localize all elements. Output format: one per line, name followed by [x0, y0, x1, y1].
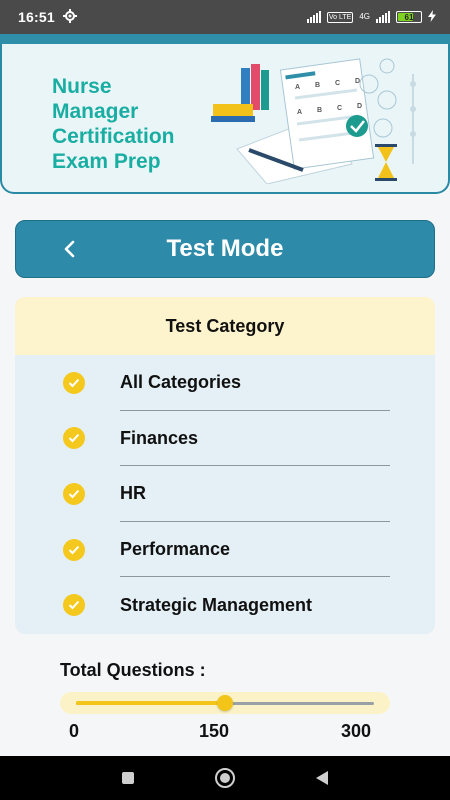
- total-questions-label: Total Questions :: [60, 660, 206, 680]
- wifi-signal-icon: [306, 11, 321, 23]
- slider-max-label: 300: [341, 721, 372, 741]
- category-item-performance[interactable]: Performance: [15, 522, 435, 578]
- category-list: All Categories Finances HR Performance S…: [15, 355, 435, 633]
- settings-icon: [62, 8, 77, 26]
- category-label: Performance: [120, 539, 231, 560]
- test-mode-header: Test Mode: [15, 220, 435, 278]
- category-item-finances[interactable]: Finances: [15, 411, 435, 467]
- category-label: Strategic Management: [120, 594, 313, 615]
- battery-level: 61: [404, 12, 414, 22]
- app-banner: Nurse Manager Certification Exam Prep A …: [0, 44, 450, 194]
- category-label: All Categories: [120, 372, 242, 393]
- recents-button[interactable]: [108, 758, 148, 798]
- home-button[interactable]: [205, 758, 245, 798]
- category-label: HR: [120, 483, 146, 504]
- check-icon[interactable]: [63, 371, 85, 394]
- category-heading: Test Category: [15, 297, 435, 355]
- battery-icon: 61: [396, 11, 422, 23]
- exam-illustration: A B C D A B C D: [211, 58, 416, 184]
- network-type: 4G: [359, 12, 370, 21]
- check-icon[interactable]: [63, 427, 85, 450]
- cell-signal-icon: [376, 11, 390, 23]
- category-item-strategic-management[interactable]: Strategic Management: [15, 577, 435, 633]
- svg-text:C: C: [337, 105, 342, 112]
- svg-text:C: C: [335, 80, 340, 87]
- chevron-left-icon: [64, 240, 75, 258]
- category-item-hr[interactable]: HR: [15, 466, 435, 522]
- svg-text:D: D: [357, 103, 362, 110]
- svg-text:B: B: [317, 107, 322, 114]
- back-nav-button[interactable]: [302, 758, 342, 798]
- svg-text:A: A: [297, 109, 302, 116]
- svg-text:A: A: [295, 84, 300, 91]
- volte-badge: Vo LTE: [326, 11, 354, 23]
- back-triangle-icon: [315, 771, 328, 785]
- clock: 16:51: [18, 9, 55, 25]
- home-icon: [214, 768, 235, 788]
- slider-thumb[interactable]: [217, 695, 233, 711]
- check-icon[interactable]: [63, 594, 85, 617]
- slider-min-label: 0: [69, 721, 80, 741]
- app-title: Nurse Manager Certification Exam Prep: [52, 75, 175, 173]
- charging-icon: [428, 9, 436, 25]
- check-icon[interactable]: [63, 538, 85, 561]
- svg-text:D: D: [355, 78, 360, 85]
- status-bar: 16:51 Vo LTE 4G 61: [0, 0, 450, 34]
- slider-mid-label: 150: [199, 721, 230, 741]
- check-icon[interactable]: [63, 482, 85, 505]
- total-questions-slider[interactable]: [60, 692, 390, 714]
- slider-active-track: [76, 701, 225, 705]
- recents-icon: [122, 772, 135, 784]
- svg-text:B: B: [315, 82, 320, 89]
- category-item-all[interactable]: All Categories: [15, 355, 435, 411]
- category-label: Finances: [120, 427, 199, 448]
- back-button[interactable]: [44, 221, 94, 277]
- category-card: Test Category All Categories Finances HR…: [15, 297, 435, 634]
- system-nav-bar: [0, 756, 450, 800]
